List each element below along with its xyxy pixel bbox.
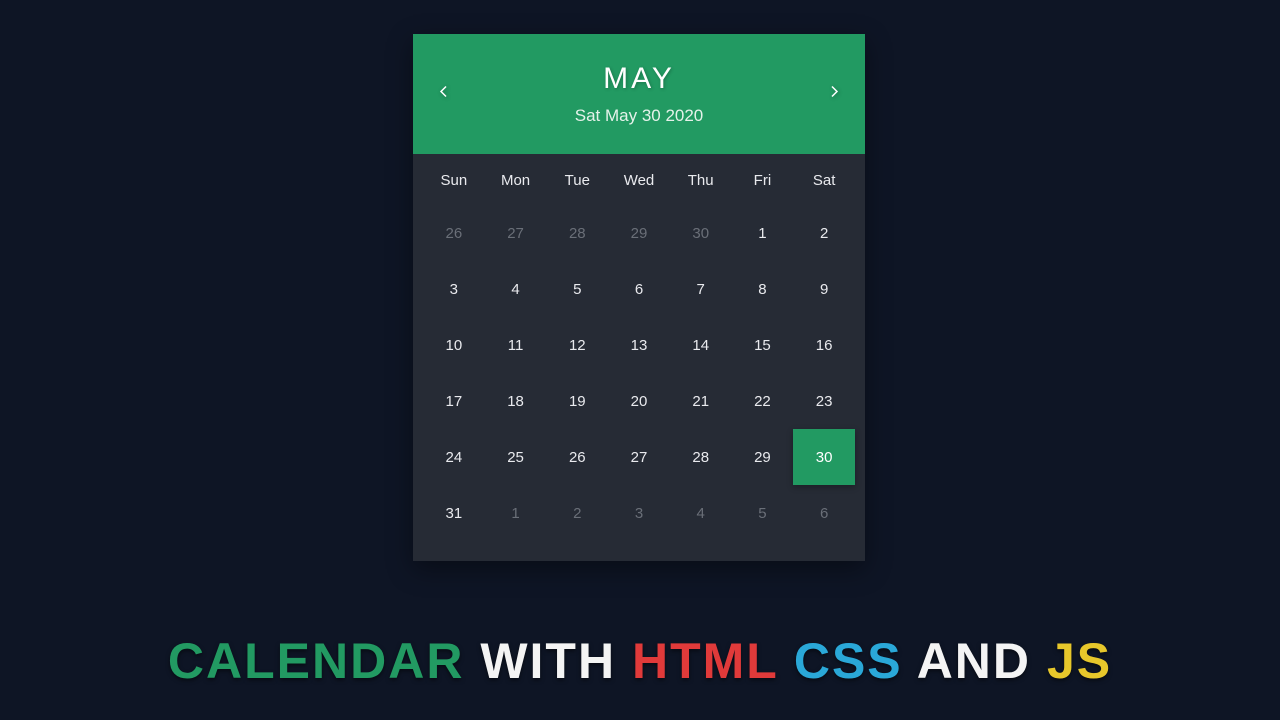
weekday-row: Sun Mon Tue Wed Thu Fri Sat [413,154,865,199]
caption-word: HTML [632,633,778,689]
weekday-label: Mon [485,172,547,189]
day-cell[interactable]: 20 [608,373,670,429]
day-cell[interactable]: 26 [423,205,485,261]
day-cell[interactable]: 27 [485,205,547,261]
chevron-left-icon [435,88,453,105]
day-cell[interactable]: 9 [793,261,855,317]
day-cell[interactable]: 2 [546,485,608,541]
day-cell[interactable]: 5 [732,485,794,541]
caption-word: CALENDAR [168,633,465,689]
next-month-button[interactable] [817,75,851,114]
day-cell[interactable]: 29 [608,205,670,261]
weekday-label: Tue [546,172,608,189]
day-cell[interactable]: 1 [732,205,794,261]
day-cell[interactable]: 8 [732,261,794,317]
day-cell[interactable]: 10 [423,317,485,373]
day-cell[interactable]: 19 [546,373,608,429]
days-grid: 2627282930123456789101112131415161718192… [413,199,865,561]
day-cell[interactable]: 30 [670,205,732,261]
day-cell[interactable]: 24 [423,429,485,485]
day-cell[interactable]: 27 [608,429,670,485]
day-cell[interactable]: 29 [732,429,794,485]
day-cell[interactable]: 11 [485,317,547,373]
day-cell[interactable]: 18 [485,373,547,429]
day-cell[interactable]: 28 [546,205,608,261]
day-cell[interactable]: 25 [485,429,547,485]
caption-word: AND [917,633,1031,689]
day-cell[interactable]: 28 [670,429,732,485]
day-cell[interactable]: 31 [423,485,485,541]
weekday-label: Fri [732,172,794,189]
calendar-header: MAY Sat May 30 2020 [413,34,865,154]
page-caption: CALENDAR WITH HTML CSS AND JS [0,632,1280,690]
weekday-label: Wed [608,172,670,189]
day-cell[interactable]: 13 [608,317,670,373]
prev-month-button[interactable] [427,75,461,114]
day-cell[interactable]: 3 [608,485,670,541]
month-title: MAY [603,62,675,96]
day-cell[interactable]: 14 [670,317,732,373]
day-cell[interactable]: 2 [793,205,855,261]
weekday-label: Sat [793,172,855,189]
day-cell[interactable]: 1 [485,485,547,541]
day-cell[interactable]: 12 [546,317,608,373]
day-cell[interactable]: 22 [732,373,794,429]
day-cell[interactable]: 17 [423,373,485,429]
day-cell[interactable]: 26 [546,429,608,485]
day-cell[interactable]: 4 [485,261,547,317]
day-cell[interactable]: 7 [670,261,732,317]
caption-word: CSS [794,633,903,689]
day-cell[interactable]: 23 [793,373,855,429]
day-cell[interactable]: 5 [546,261,608,317]
weekday-label: Thu [670,172,732,189]
day-cell[interactable]: 3 [423,261,485,317]
chevron-right-icon [825,88,843,105]
day-cell[interactable]: 21 [670,373,732,429]
weekday-label: Sun [423,172,485,189]
caption-word: JS [1047,633,1112,689]
day-cell[interactable]: 15 [732,317,794,373]
caption-word: WITH [480,633,616,689]
day-cell[interactable]: 30 [793,429,855,485]
day-cell[interactable]: 6 [793,485,855,541]
current-date: Sat May 30 2020 [575,106,704,126]
calendar-widget: MAY Sat May 30 2020 Sun Mon Tue Wed Thu … [413,34,865,561]
day-cell[interactable]: 4 [670,485,732,541]
day-cell[interactable]: 6 [608,261,670,317]
day-cell[interactable]: 16 [793,317,855,373]
